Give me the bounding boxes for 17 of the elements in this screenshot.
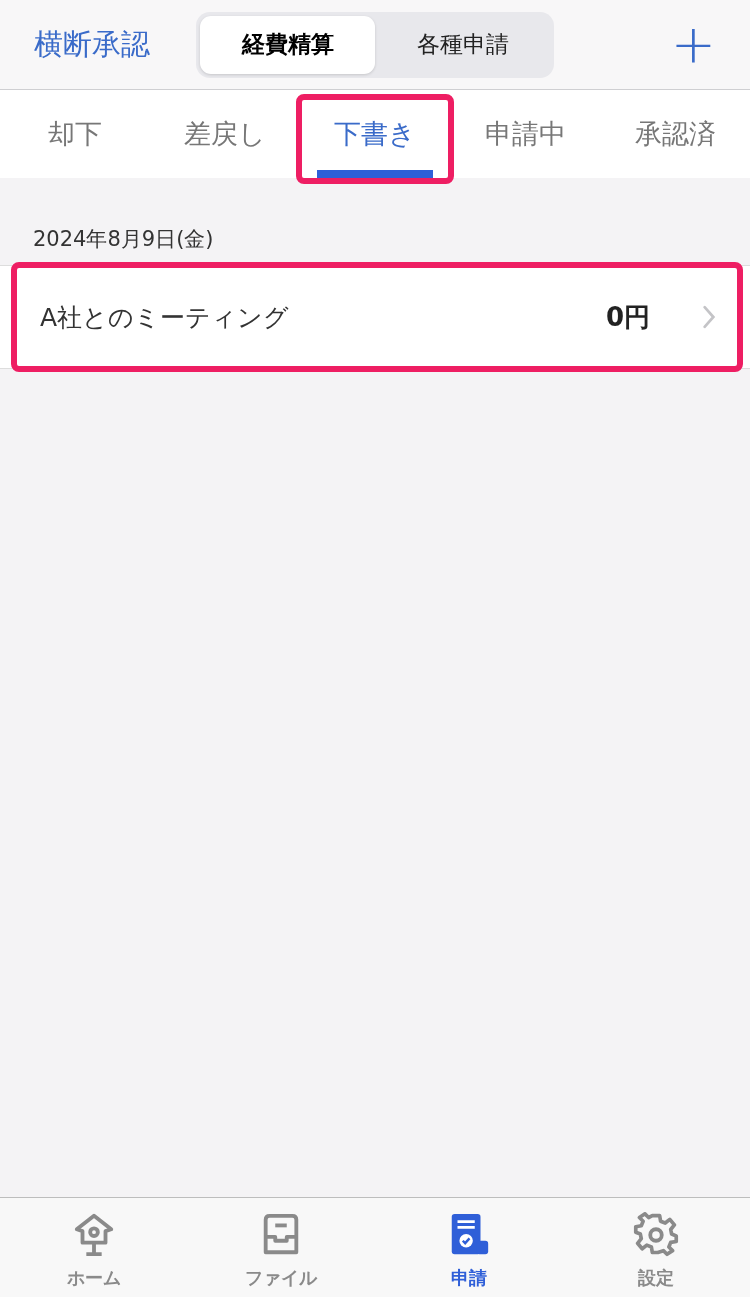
expense-title: A社とのミーティング [40,301,290,334]
nav-tab[interactable]: ファイル [187,1198,375,1297]
settings-icon [633,1212,680,1258]
nav-tab[interactable]: ホーム [0,1198,188,1297]
status-tab[interactable]: 下書き [300,90,450,178]
segment-tab[interactable]: 経費精算 [200,15,375,74]
status-tab[interactable]: 申請中 [450,90,600,178]
expense-amount: 0円 [605,300,650,334]
status-tab[interactable]: 却下 [0,90,150,178]
chevron-icon [702,305,716,329]
status-tab[interactable]: 差戻し [150,90,300,178]
app-title[interactable]: 横断承認 [34,24,196,65]
segment-tab[interactable]: 各種申請 [375,15,550,74]
nav-tab[interactable]: 設定 [562,1198,750,1297]
add-button[interactable]: + [670,17,716,72]
nav-tab[interactable]: 申請 [375,1198,563,1297]
status-tab[interactable]: 承認済 [600,90,750,178]
